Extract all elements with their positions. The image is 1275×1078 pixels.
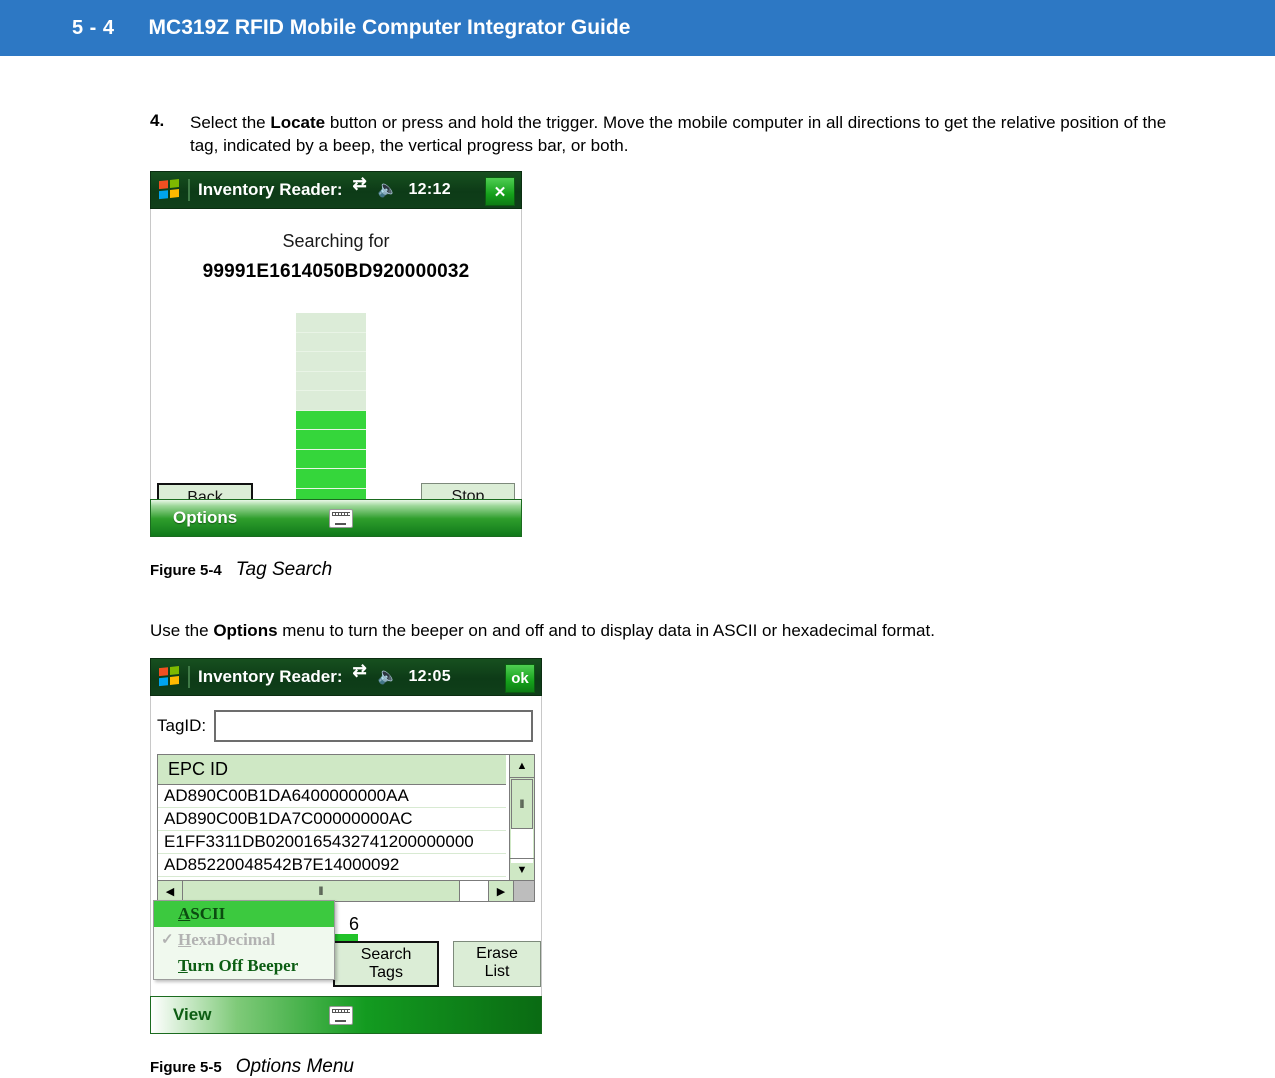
list-item[interactable]: AD890C00B1DA7C00000000AC bbox=[158, 808, 506, 832]
page-header: 5 - 4 MC319Z RFID Mobile Computer Integr… bbox=[0, 0, 1275, 56]
list-item[interactable]: AD890C00B1DA6400000000AA bbox=[158, 785, 506, 809]
figure-5-5-screenshot: Inventory Reader: 🔈 12:05 ok TagID: EPC … bbox=[150, 658, 542, 1035]
para-part2: menu to turn the beeper on and off and t… bbox=[277, 621, 935, 641]
softkey-bar-1: Options bbox=[150, 499, 522, 538]
horizontal-scrollbar[interactable]: ◀ ‖ ▶ bbox=[158, 880, 534, 902]
options-paragraph: Use the Options menu to turn the beeper … bbox=[150, 619, 1180, 642]
progress-segment bbox=[296, 372, 366, 392]
options-softkey[interactable]: Options bbox=[173, 508, 237, 528]
figure-label: Figure 5-4 bbox=[150, 562, 222, 580]
tag-search-body: Searching for 99991E1614050BD920000032 B… bbox=[150, 209, 522, 514]
options-popup-menu: ASCII ✓ HexaDecimal Turn Off Beeper bbox=[153, 900, 335, 981]
search-tags-button[interactable]: Search Tags bbox=[333, 941, 440, 988]
titlebar-divider bbox=[188, 666, 190, 689]
titlebar-app-title: Inventory Reader: bbox=[198, 180, 343, 200]
tagid-input[interactable] bbox=[214, 710, 533, 743]
step-text-part2: button or press and hold the trigger. Mo… bbox=[190, 113, 1167, 156]
menu-item-ascii-mnemonic: A bbox=[178, 904, 191, 924]
searching-label: Searching for bbox=[282, 231, 390, 252]
menu-item-hexadecimal-label: exaDecimal bbox=[191, 930, 276, 950]
windows-logo-icon[interactable] bbox=[159, 666, 181, 688]
figure-title: Tag Search bbox=[235, 559, 333, 581]
progress-segment bbox=[296, 391, 366, 411]
titlebar-clock[interactable]: 12:05 bbox=[408, 668, 450, 686]
scroll-right-icon[interactable]: ▶ bbox=[489, 881, 514, 902]
menu-item-hexadecimal[interactable]: ✓ HexaDecimal bbox=[154, 927, 334, 953]
progress-segment bbox=[296, 333, 366, 353]
options-menu-body: TagID: EPC ID AD890C00B1DA6400000000AA A… bbox=[150, 696, 542, 997]
tagid-row: TagID: bbox=[151, 706, 541, 743]
titlebar-clock[interactable]: 12:12 bbox=[408, 181, 450, 199]
keyboard-icon[interactable] bbox=[329, 1006, 353, 1026]
figure-label: Figure 5-5 bbox=[150, 1059, 222, 1077]
step-text: Select the Locate button or press and ho… bbox=[190, 111, 1170, 157]
page-content: 4. Select the Locate button or press and… bbox=[0, 111, 1275, 1078]
progress-segment bbox=[296, 352, 366, 372]
figure-caption-5-4: Figure 5-4 Tag Search bbox=[150, 559, 1275, 581]
searching-epc-value: 99991E1614050BD920000032 bbox=[202, 261, 470, 283]
erase-list-button[interactable]: Erase List bbox=[453, 941, 541, 988]
menu-item-beeper-label: urn Off Beeper bbox=[187, 956, 299, 976]
action-button-row: Search Tags Erase List bbox=[333, 941, 541, 988]
scrollbar-corner bbox=[514, 881, 534, 902]
menu-item-beeper-mnemonic: T bbox=[178, 956, 188, 976]
speaker-icon[interactable]: 🔈 bbox=[378, 182, 398, 198]
speaker-icon[interactable]: 🔈 bbox=[378, 669, 398, 685]
menu-item-turn-off-beeper[interactable]: Turn Off Beeper bbox=[154, 953, 334, 979]
titlebar-status-icons: 🔈 12:05 bbox=[353, 661, 451, 686]
document-title: MC319Z RFID Mobile Computer Integrator G… bbox=[148, 16, 631, 39]
vertical-scroll-thumb[interactable]: ‖ bbox=[511, 779, 533, 830]
page-folio: 5 - 4 bbox=[72, 16, 115, 39]
tag-count-value: 6 bbox=[349, 914, 360, 935]
progress-segment bbox=[296, 449, 366, 470]
progress-segment bbox=[296, 313, 366, 333]
para-bold-options: Options bbox=[213, 621, 278, 641]
figure-caption-5-5: Figure 5-5 Options Menu bbox=[150, 1056, 1275, 1078]
epc-id-list: EPC ID AD890C00B1DA6400000000AA AD890C00… bbox=[157, 754, 535, 903]
menu-item-hexadecimal-mnemonic: H bbox=[178, 930, 192, 950]
step-number: 4. bbox=[150, 111, 165, 130]
ok-button[interactable]: ok bbox=[505, 664, 535, 694]
titlebar-app-title: Inventory Reader: bbox=[198, 667, 343, 687]
softkey-bar-2: View bbox=[150, 996, 542, 1035]
progress-segment bbox=[296, 410, 366, 431]
list-item[interactable]: E1FF3311DB0200165432741200000000 bbox=[158, 831, 506, 855]
titlebar-status-icons: 🔈 12:12 bbox=[353, 174, 451, 199]
check-icon: ✓ bbox=[161, 932, 174, 949]
progress-segment bbox=[296, 430, 366, 450]
figure-5-4-screenshot: Inventory Reader: 🔈 12:12 ✕ Searching fo… bbox=[150, 171, 522, 538]
horizontal-scroll-thumb[interactable]: ‖ bbox=[183, 881, 460, 902]
list-item[interactable]: AD85220048542B7E14000092 bbox=[158, 854, 506, 878]
signal-progress-bar bbox=[296, 313, 366, 509]
close-icon[interactable]: ✕ bbox=[485, 177, 515, 207]
titlebar-divider bbox=[188, 179, 190, 202]
connectivity-icon[interactable] bbox=[353, 174, 371, 198]
scroll-up-icon[interactable]: ▲ bbox=[510, 755, 534, 779]
figure-title: Options Menu bbox=[235, 1056, 354, 1078]
epc-list-column-header[interactable]: EPC ID bbox=[158, 755, 506, 786]
horizontal-scroll-track[interactable] bbox=[460, 881, 489, 902]
scroll-left-icon[interactable]: ◀ bbox=[158, 881, 183, 902]
step-item-4: 4. Select the Locate button or press and… bbox=[150, 111, 1170, 157]
windows-logo-icon[interactable] bbox=[159, 179, 181, 201]
menu-item-ascii-label: SCII bbox=[190, 904, 226, 924]
scroll-down-icon[interactable]: ▼ bbox=[510, 858, 534, 881]
tagid-label: TagID: bbox=[157, 716, 207, 736]
connectivity-icon[interactable] bbox=[353, 661, 371, 685]
step-bold-locate: Locate bbox=[270, 113, 326, 132]
step-text-part1: Select the bbox=[190, 113, 271, 132]
titlebar-2: Inventory Reader: 🔈 12:05 ok bbox=[150, 658, 542, 697]
titlebar-1: Inventory Reader: 🔈 12:12 ✕ bbox=[150, 171, 522, 210]
keyboard-icon[interactable] bbox=[329, 509, 353, 529]
vertical-scrollbar[interactable]: ▲ ‖ ▼ bbox=[509, 755, 534, 882]
menu-item-ascii[interactable]: ASCII bbox=[154, 901, 334, 928]
para-part1: Use the bbox=[150, 621, 214, 641]
view-softkey[interactable]: View bbox=[173, 1005, 211, 1025]
